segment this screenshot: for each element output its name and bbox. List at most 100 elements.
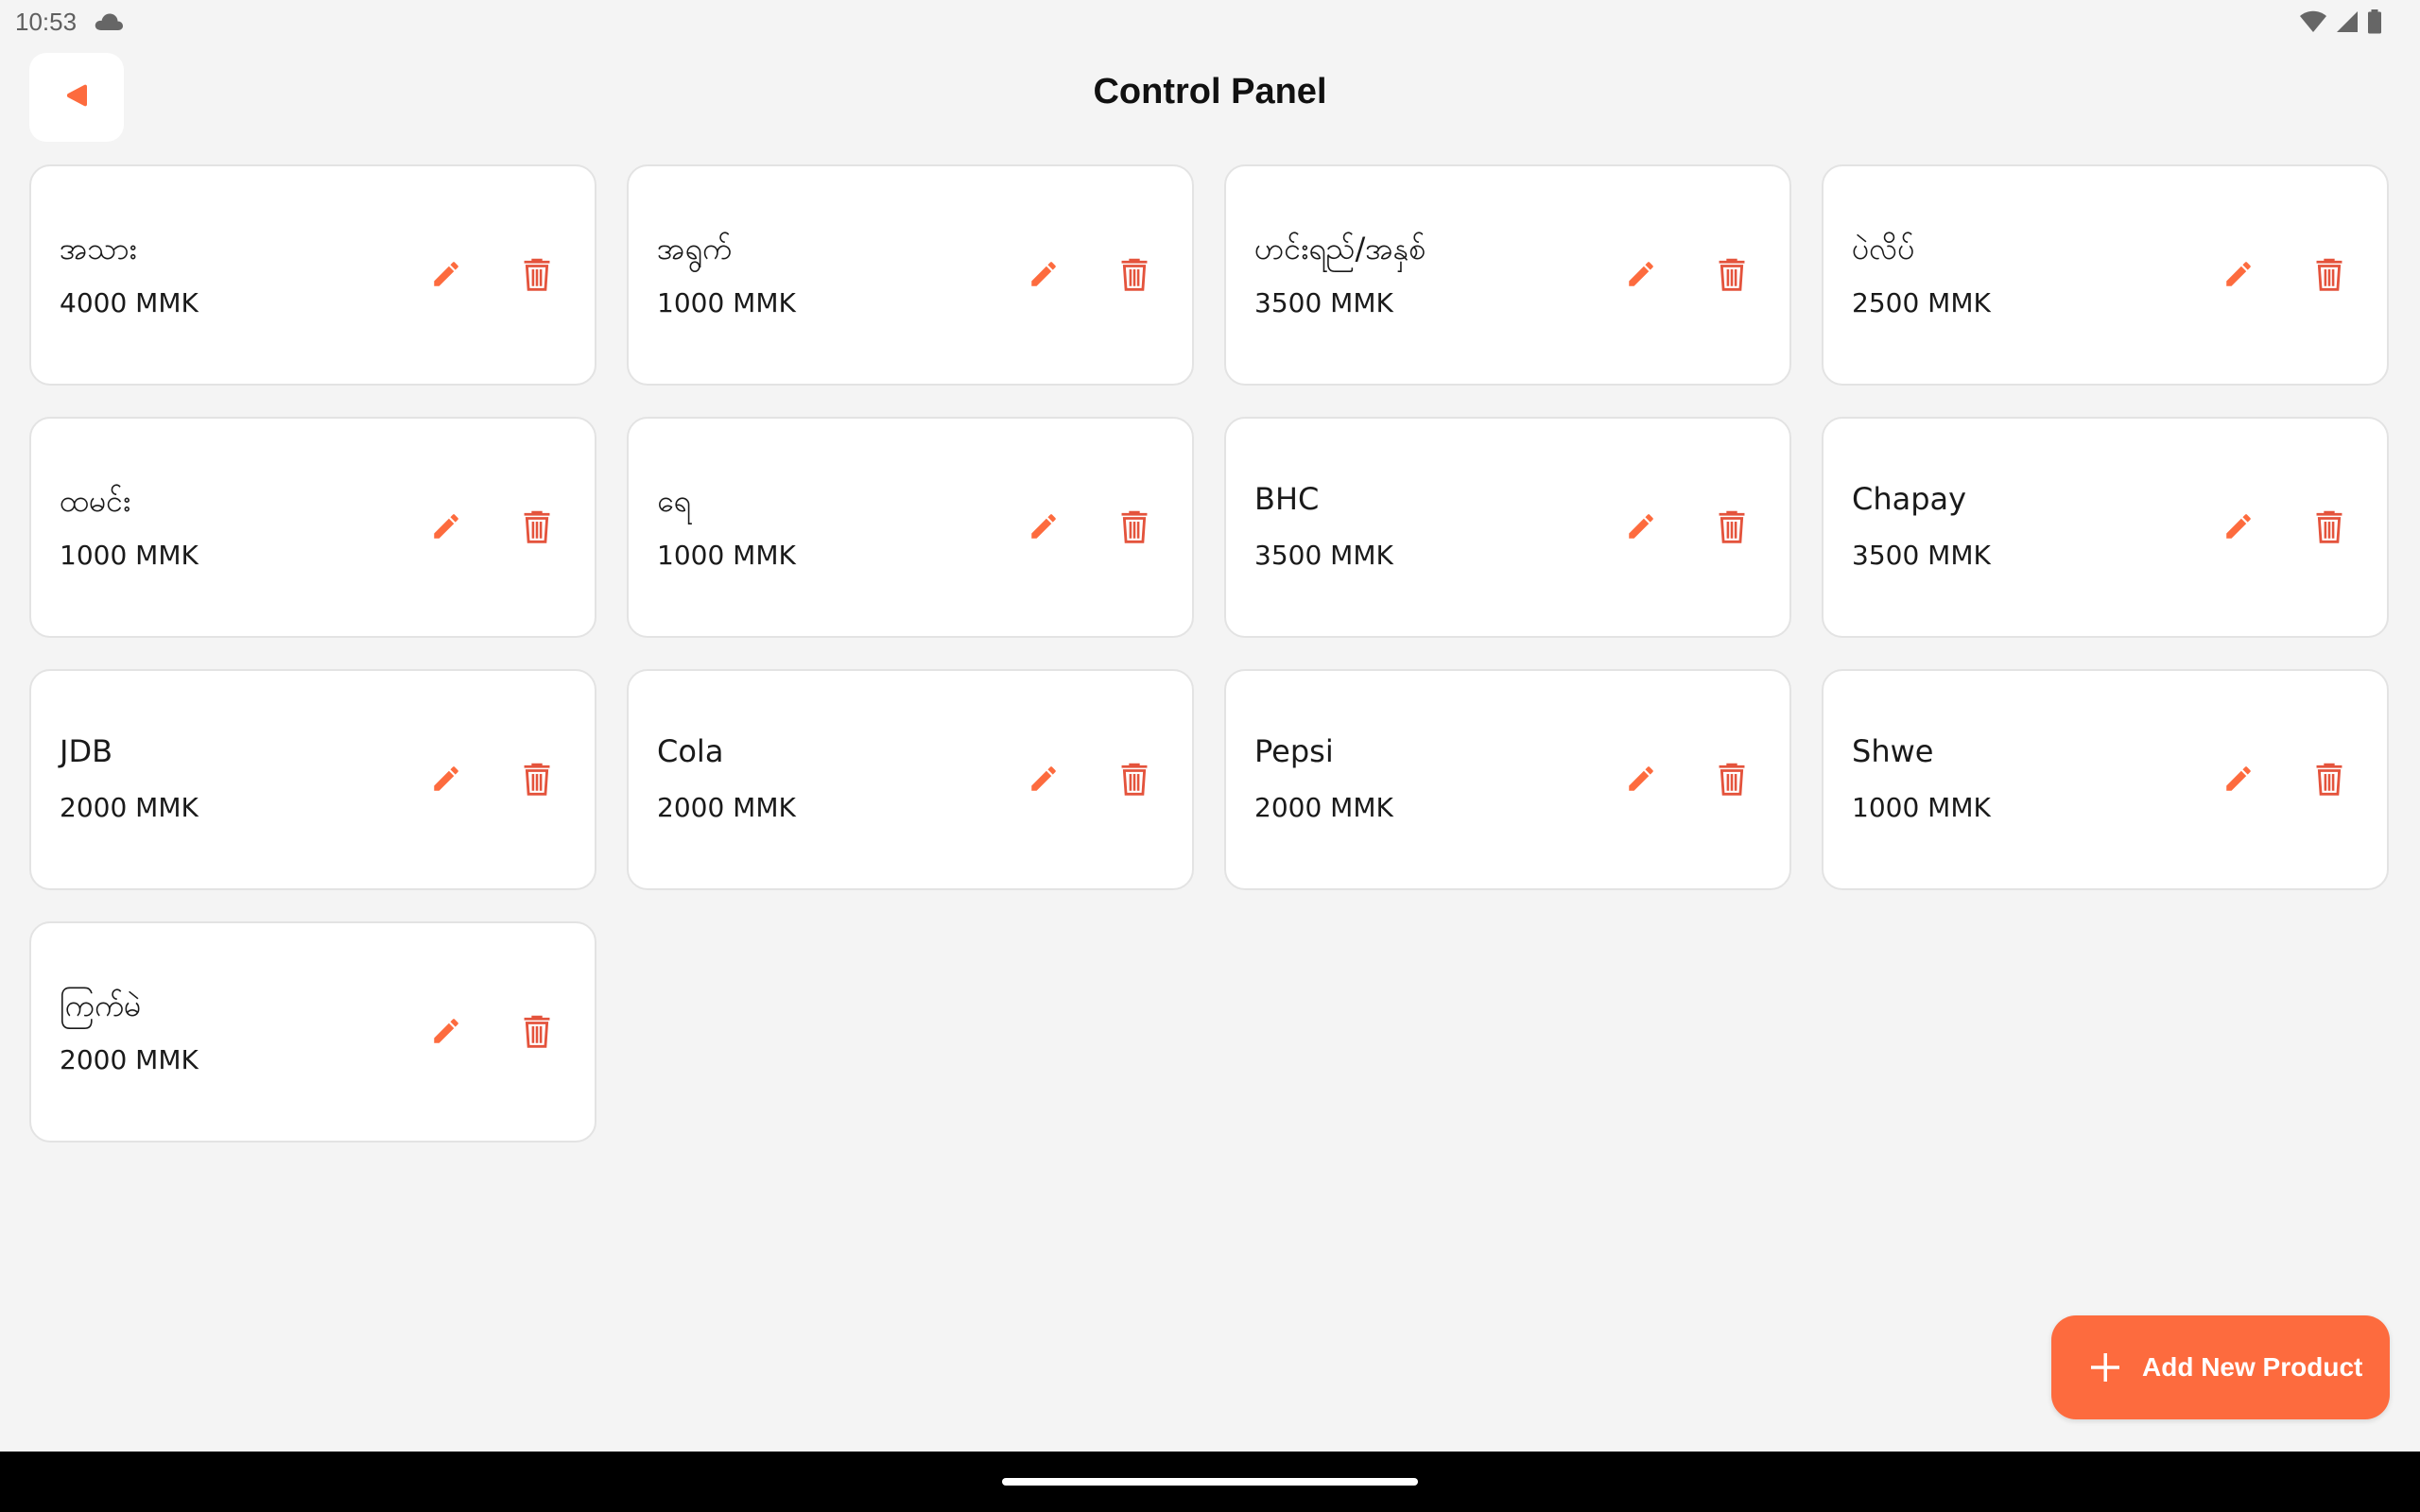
product-name: Shwe [1852,733,1934,769]
pencil-icon [1625,763,1657,799]
product-name: ထမင်း [60,483,131,519]
status-bar: 10:53 [0,0,2420,47]
product-card: BHC 3500 MMK [1224,417,1791,638]
delete-button[interactable] [1103,245,1166,307]
product-card: ကြက်မဲ 2000 MMK [29,921,596,1143]
pencil-icon [430,258,462,294]
trash-icon [1118,256,1150,296]
add-new-product-button[interactable]: Add New Product [2051,1315,2390,1419]
cloud-icon [94,11,124,36]
delete-button[interactable] [2298,749,2360,812]
product-name: ပဲလိပ် [1852,231,1915,266]
delete-button[interactable] [2298,497,2360,559]
product-price: 1000 MMK [1852,792,1991,823]
edit-button[interactable] [415,749,477,812]
pencil-icon [2222,258,2255,294]
battery-icon [2367,9,2382,38]
product-card: Shwe 1000 MMK [1822,669,2389,890]
product-card: JDB 2000 MMK [29,669,596,890]
product-price: 1000 MMK [657,287,796,318]
product-card: အသား 4000 MMK [29,164,596,386]
edit-button[interactable] [415,1002,477,1064]
delete-button[interactable] [506,1002,568,1064]
trash-icon [521,256,553,296]
trash-icon [2313,508,2345,548]
product-price: 2000 MMK [60,1044,199,1075]
trash-icon [521,1013,553,1053]
trash-icon [1118,508,1150,548]
signal-icon [2335,9,2360,38]
delete-button[interactable] [506,749,568,812]
product-card: Cola 2000 MMK [627,669,1194,890]
trash-icon [521,761,553,800]
delete-button[interactable] [506,245,568,307]
product-price: 3500 MMK [1254,287,1393,318]
product-price: 1000 MMK [60,540,199,571]
delete-button[interactable] [506,497,568,559]
trash-icon [1716,256,1748,296]
wifi-icon [2299,9,2327,38]
product-name: Pepsi [1254,733,1334,769]
edit-button[interactable] [1610,497,1672,559]
trash-icon [2313,256,2345,296]
pencil-icon [430,510,462,546]
product-price: 1000 MMK [657,540,796,571]
product-name: အသား [60,231,137,266]
pencil-icon [1028,258,1060,294]
edit-button[interactable] [2207,497,2270,559]
trash-icon [1118,761,1150,800]
page-title: Control Panel [1093,72,1327,112]
product-card: အရွက် 1000 MMK [627,164,1194,386]
delete-button[interactable] [2298,245,2360,307]
pencil-icon [1028,510,1060,546]
pencil-icon [430,1015,462,1051]
pencil-icon [1625,258,1657,294]
edit-button[interactable] [1012,497,1075,559]
product-card: ပဲလိပ် 2500 MMK [1822,164,2389,386]
delete-button[interactable] [1701,497,1763,559]
product-card: ထမင်း 1000 MMK [29,417,596,638]
navigation-bar [0,1452,2420,1512]
product-price: 3500 MMK [1254,540,1393,571]
pencil-icon [2222,510,2255,546]
product-price: 2000 MMK [60,792,199,823]
add-new-product-label: Add New Product [2142,1352,2363,1382]
product-name: Chapay [1852,481,1967,517]
delete-button[interactable] [1103,497,1166,559]
pencil-icon [1028,763,1060,799]
edit-button[interactable] [415,245,477,307]
edit-button[interactable] [1012,749,1075,812]
product-name: BHC [1254,481,1320,517]
edit-button[interactable] [1012,245,1075,307]
trash-icon [521,508,553,548]
product-name: JDB [60,733,113,769]
product-card: Pepsi 2000 MMK [1224,669,1791,890]
product-price: 4000 MMK [60,287,199,318]
product-name: ကြက်မဲ [60,988,142,1023]
trash-icon [1716,761,1748,800]
edit-button[interactable] [1610,749,1672,812]
edit-button[interactable] [1610,245,1672,307]
product-name: ရေ [657,483,691,519]
delete-button[interactable] [1103,749,1166,812]
pencil-icon [2222,763,2255,799]
trash-icon [2313,761,2345,800]
pencil-icon [1625,510,1657,546]
status-time: 10:53 [15,8,78,36]
edit-button[interactable] [2207,245,2270,307]
product-price: 2000 MMK [657,792,796,823]
product-name: ဟင်းရည်/အနှစ် [1254,231,1426,266]
product-grid: အသား 4000 MMK အရွက် 1000 MMK ဟင်းရည်/အနှစ် 35… [29,164,2391,1143]
product-name: Cola [657,733,724,769]
product-price: 3500 MMK [1852,540,1991,571]
delete-button[interactable] [1701,749,1763,812]
product-price: 2500 MMK [1852,287,1991,318]
edit-button[interactable] [2207,749,2270,812]
delete-button[interactable] [1701,245,1763,307]
product-card: Chapay 3500 MMK [1822,417,2389,638]
home-gesture-handle[interactable] [1002,1478,1418,1486]
product-card: ဟင်းရည်/အနှစ် 3500 MMK [1224,164,1791,386]
edit-button[interactable] [415,497,477,559]
plus-icon [2089,1351,2121,1383]
product-name: အရွက် [657,231,733,266]
